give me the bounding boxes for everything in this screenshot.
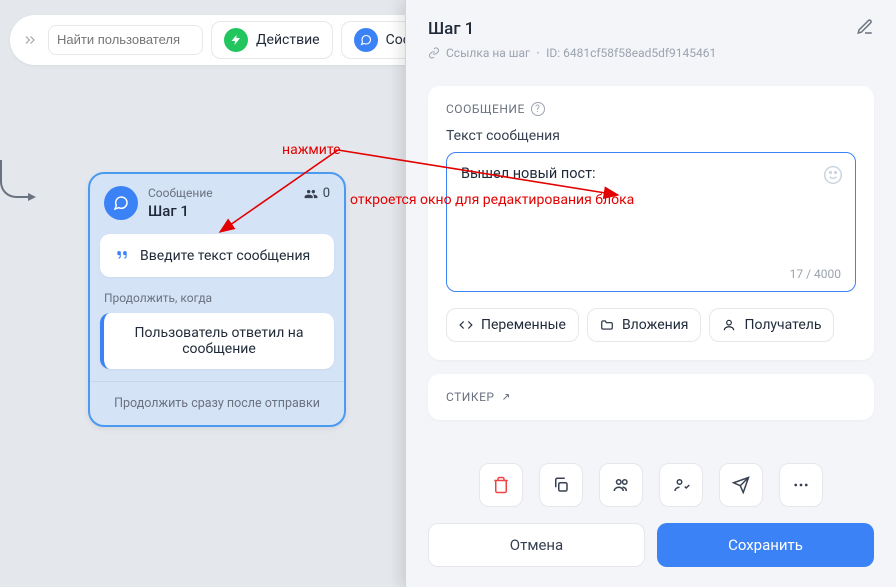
copy-button[interactable] <box>539 463 583 507</box>
editor-side-panel: Шаг 1 Ссылка на шаг • ID: 6481cf58f58ead… <box>405 0 896 587</box>
actions-strip <box>406 447 896 523</box>
step-link-label[interactable]: Ссылка на шаг <box>446 46 530 60</box>
continue-option[interactable]: Пользователь ответил на сообщение <box>100 313 334 369</box>
emoji-picker-button[interactable] <box>823 165 843 189</box>
node-name: Шаг 1 <box>148 202 293 220</box>
search-input[interactable] <box>57 32 194 47</box>
char-count: 17 / 4000 <box>790 267 841 281</box>
step-id-label: ID: 6481cf58f58ead5df9145461 <box>546 46 716 60</box>
bolt-icon <box>224 28 248 52</box>
message-textarea[interactable] <box>461 165 817 265</box>
node-type-label: Сообщение <box>148 186 293 200</box>
cancel-button[interactable]: Отмена <box>428 523 645 567</box>
panel-title: Шаг 1 <box>428 19 474 39</box>
recipient-chip[interactable]: Получатель <box>709 308 834 342</box>
assign-button[interactable] <box>659 463 703 507</box>
help-icon[interactable]: ? <box>531 102 545 116</box>
continue-when-label: Продолжить, когда <box>100 277 334 313</box>
chat-icon <box>104 186 138 220</box>
sticker-section-heading: СТИКЕР <box>446 390 494 404</box>
send-test-button[interactable] <box>719 463 763 507</box>
chat-icon <box>354 28 378 52</box>
sticker-section[interactable]: СТИКЕР <box>428 374 874 420</box>
folder-icon <box>600 318 614 332</box>
node-message-input[interactable]: Введите текст сообщения <box>100 234 334 277</box>
canvas-area[interactable]: Действие Сооб Сообщение Шаг 1 0 <box>0 0 405 587</box>
variables-icon <box>459 318 473 332</box>
audience-button[interactable] <box>599 463 643 507</box>
quote-icon <box>114 246 130 265</box>
node-header: Сообщение Шаг 1 0 <box>90 174 344 234</box>
message-section: СООБЩЕНИЕ ? Текст сообщения 17 / 4000 Пе… <box>428 86 874 360</box>
more-button[interactable] <box>779 463 823 507</box>
node-users-count: 0 <box>303 186 330 201</box>
node-message-placeholder: Введите текст сообщения <box>140 248 310 264</box>
action-pill[interactable]: Действие <box>211 21 333 59</box>
action-pill-label: Действие <box>256 32 320 48</box>
message-section-heading: СООБЩЕНИЕ <box>446 102 525 116</box>
message-node[interactable]: Сообщение Шаг 1 0 Введите текст сообщени… <box>88 172 346 427</box>
expand-toolbar-button[interactable] <box>20 33 40 47</box>
search-input-wrap[interactable] <box>48 25 203 55</box>
message-textarea-wrap[interactable]: 17 / 4000 <box>446 152 856 292</box>
link-icon <box>428 47 440 59</box>
delete-button[interactable] <box>479 463 523 507</box>
users-icon <box>303 187 319 201</box>
expand-icon <box>500 391 512 403</box>
text-field-label: Текст сообщения <box>446 128 856 144</box>
user-icon <box>722 318 736 332</box>
save-button[interactable]: Сохранить <box>657 523 874 567</box>
edge-connector <box>0 160 30 198</box>
edit-title-button[interactable] <box>856 18 874 40</box>
node-footer-option[interactable]: Продолжить сразу после отправки <box>90 381 344 425</box>
canvas-toolbar: Действие Сооб <box>10 15 441 65</box>
attachments-chip[interactable]: Вложения <box>587 308 702 342</box>
variables-chip[interactable]: Переменные <box>446 308 579 342</box>
